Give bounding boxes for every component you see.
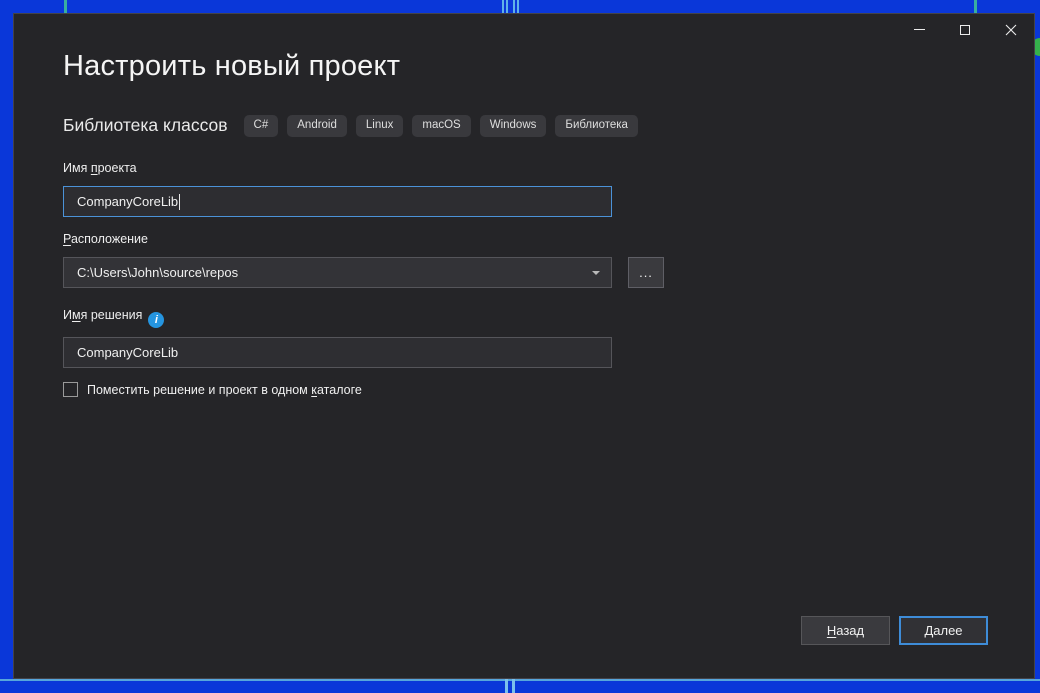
configure-project-dialog: Настроить новый проект Библиотека классо… <box>13 13 1035 679</box>
solution-name-label: Имя решения i <box>63 308 164 328</box>
minimize-icon <box>914 29 925 30</box>
tag-library: Библиотека <box>555 115 638 137</box>
backdrop-teal-mark <box>974 0 977 13</box>
label-text: Поместить решение и проект в одном <box>87 383 311 397</box>
maximize-icon <box>960 25 970 35</box>
next-button[interactable]: Далее <box>899 616 988 645</box>
location-label: Расположение <box>63 232 148 246</box>
backdrop-blue-mark <box>517 0 519 13</box>
location-combobox[interactable]: C:\Users\John\source\repos <box>63 257 612 288</box>
desktop-background: Настроить новый проект Библиотека классо… <box>0 0 1040 693</box>
close-icon <box>1005 24 1017 36</box>
label-accesskey: Д <box>924 623 933 638</box>
page-title: Настроить новый проект <box>63 50 400 83</box>
tag-macos: macOS <box>412 115 470 137</box>
label-text: Имя <box>63 161 91 175</box>
tag-android: Android <box>287 115 347 137</box>
label-text: аталоге <box>317 383 362 397</box>
info-icon[interactable]: i <box>148 312 164 328</box>
template-name: Библиотека классов <box>63 115 228 136</box>
label-text: азад <box>836 623 864 638</box>
label-accesskey: Р <box>63 232 71 246</box>
maximize-button[interactable] <box>942 14 988 45</box>
label-text: И <box>63 308 72 322</box>
same-directory-label: Поместить решение и проект в одном катал… <box>87 383 362 397</box>
window-controls <box>896 14 1034 45</box>
back-button[interactable]: Назад <box>801 616 890 645</box>
project-name-value: CompanyCoreLib <box>77 194 178 209</box>
label-text: асположение <box>71 232 148 246</box>
label-accesskey: п <box>91 161 98 175</box>
backdrop-statusbar-highlight <box>0 679 1040 681</box>
same-directory-checkbox[interactable] <box>63 382 78 397</box>
backdrop-blue-mark <box>513 0 515 13</box>
location-value: C:\Users\John\source\repos <box>77 265 238 280</box>
project-name-input[interactable]: CompanyCoreLib <box>63 186 612 217</box>
label-text: роекта <box>98 161 137 175</box>
minimize-button[interactable] <box>896 14 942 45</box>
text-caret <box>179 194 180 210</box>
backdrop-bottom-mark <box>512 679 515 693</box>
close-button[interactable] <box>988 14 1034 45</box>
solution-name-input[interactable]: CompanyCoreLib <box>63 337 612 368</box>
same-directory-option: Поместить решение и проект в одном катал… <box>63 382 362 397</box>
chevron-down-icon <box>592 271 600 275</box>
label-text: алее <box>933 623 962 638</box>
backdrop-blue-mark <box>502 0 504 13</box>
label-accesskey: м <box>72 308 81 322</box>
label-text: я решения <box>81 308 143 322</box>
backdrop-teal-mark <box>64 0 67 13</box>
tag-csharp: C# <box>244 115 279 137</box>
browse-location-button[interactable]: ... <box>628 257 664 288</box>
tag-linux: Linux <box>356 115 404 137</box>
backdrop-blue-mark <box>506 0 508 13</box>
tag-list: C# Android Linux macOS Windows Библиотек… <box>244 115 638 137</box>
dialog-titlebar[interactable] <box>14 14 1034 46</box>
solution-name-value: CompanyCoreLib <box>77 345 178 360</box>
tag-windows: Windows <box>480 115 547 137</box>
backdrop-bottom-mark <box>505 679 508 693</box>
label-accesskey: Н <box>827 623 836 638</box>
template-row: Библиотека классов C# Android Linux macO… <box>63 115 638 137</box>
project-name-label: Имя проекта <box>63 161 137 175</box>
